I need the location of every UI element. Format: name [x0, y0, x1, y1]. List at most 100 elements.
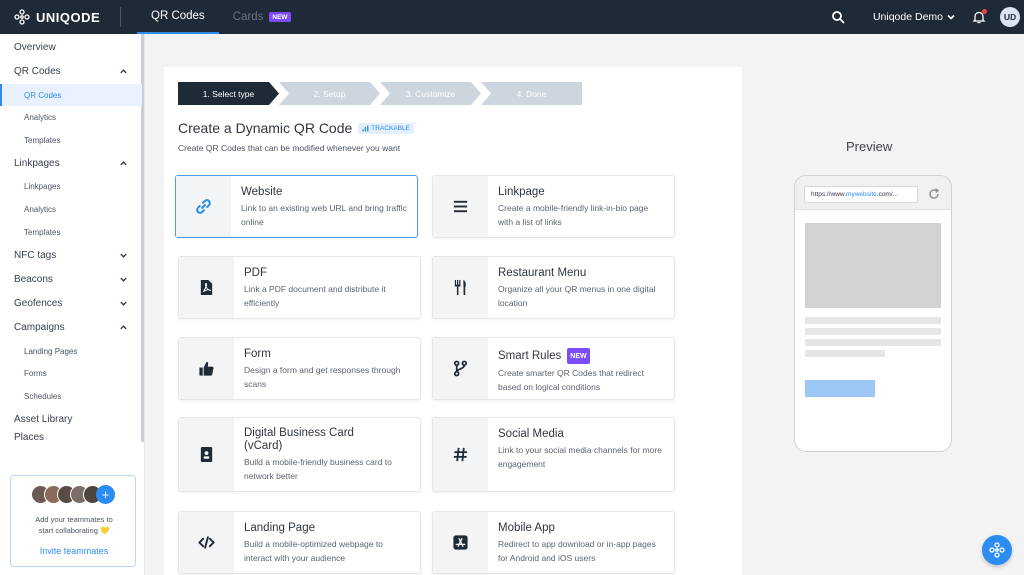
- trackable-badge: TRACKABLE: [358, 122, 414, 134]
- qr-type-desc: Create a mobile-friendly link-in-bio pag…: [498, 203, 649, 227]
- qr-type-vcard[interactable]: Digital Business Card (vCard) Build a mo…: [178, 417, 421, 492]
- sidebar-item-label: Asset Library: [14, 413, 73, 425]
- tab-cards[interactable]: Cards NEW: [219, 0, 305, 34]
- sidebar-subitem-qr-analytics[interactable]: Analytics: [0, 106, 142, 128]
- qr-type-smart-rules[interactable]: Smart Rules NEW Create smarter QR Codes …: [432, 337, 675, 400]
- uniqode-help-icon: [989, 542, 1005, 558]
- qr-type-desc: Organize all your QR menus in one digita…: [498, 284, 656, 308]
- qr-type-form[interactable]: Form Design a form and get responses thr…: [178, 337, 421, 400]
- wizard-step-customize[interactable]: 3. Customize: [380, 82, 481, 105]
- notifications-button[interactable]: [972, 9, 987, 24]
- qr-type-name: Social Media: [498, 428, 564, 440]
- invite-teammates-card: + Add your teammates to start collaborat…: [10, 475, 136, 567]
- link-icon: [196, 199, 211, 214]
- wizard-step-select-type[interactable]: 1. Select type: [178, 82, 279, 105]
- sidebar-item-linkpages[interactable]: Linkpages: [0, 152, 142, 174]
- sidebar-subitem-linkpages-analytics[interactable]: Analytics: [0, 198, 142, 220]
- qr-type-social-media[interactable]: Social Media Link to your social media c…: [432, 417, 675, 492]
- top-navigation-bar: UNIQODE QR Codes Cards NEW Uniqode Demo …: [0, 0, 1024, 34]
- qr-type-name: Website: [241, 186, 283, 198]
- app-store-icon: [453, 535, 468, 550]
- phone-browser-bar: https://www. mywebsite .com/...: [795, 176, 951, 210]
- step-label: 3. Customize: [405, 88, 456, 99]
- phone-preview: https://www. mywebsite .com/...: [794, 175, 952, 452]
- chevron-up-icon: [120, 160, 127, 165]
- chevron-down-icon: [947, 14, 955, 20]
- qr-type-website[interactable]: Website Link to an existing web URL and …: [175, 175, 418, 238]
- qr-type-linkpage[interactable]: Linkpage Create a mobile-friendly link-i…: [432, 175, 675, 238]
- sidebar-item-label: Geofences: [14, 297, 63, 309]
- qr-type-mobile-app[interactable]: Mobile App Redirect to app download or i…: [432, 511, 675, 574]
- sidebar-item-label: Landing Pages: [24, 346, 78, 356]
- chevron-up-icon: [120, 68, 127, 73]
- qr-type-desc: Link to an existing web URL and bring tr…: [241, 203, 407, 227]
- step-label: 4. Done: [516, 88, 547, 99]
- invite-text: Add your teammates to start collaboratin…: [35, 515, 113, 535]
- bar-chart-icon: [362, 125, 369, 131]
- new-badge: NEW: [567, 348, 590, 364]
- search-icon[interactable]: [831, 10, 845, 24]
- add-teammate-icon[interactable]: +: [96, 485, 115, 504]
- wizard-steps: 1. Select type 2. Setup 3. Customize 4. …: [178, 82, 582, 105]
- sidebar-item-nfc-tags[interactable]: NFC tags: [0, 244, 142, 266]
- qr-type-name: Landing Page: [244, 522, 315, 534]
- reload-icon: [929, 188, 940, 199]
- sidebar-item-label: NFC tags: [14, 249, 57, 261]
- branch-icon: [453, 360, 468, 377]
- sidebar-subitem-qr-codes[interactable]: QR Codes: [0, 84, 142, 106]
- help-chat-button[interactable]: [982, 535, 1012, 565]
- chevron-down-icon: [120, 253, 127, 258]
- preview-url-bar: https://www. mywebsite .com/...: [804, 186, 918, 203]
- sidebar-item-geofences[interactable]: Geofences: [0, 292, 142, 314]
- qr-type-pdf[interactable]: PDF Link a PDF document and distribute i…: [178, 256, 421, 319]
- sidebar-subitem-linkpages-templates[interactable]: Templates: [0, 221, 142, 243]
- qr-type-name: Smart Rules NEW: [498, 348, 664, 364]
- sidebar-subitem-qr-templates[interactable]: Templates: [0, 129, 142, 151]
- qr-type-name-text: Smart Rules: [498, 349, 562, 362]
- user-avatar[interactable]: UD: [1000, 7, 1020, 27]
- preview-text-placeholder: [805, 328, 941, 335]
- step-label: 1. Select type: [202, 88, 255, 99]
- qr-type-desc: Design a form and get responses through …: [244, 365, 401, 389]
- qr-type-desc: Redirect to app download or in-app pages…: [498, 539, 656, 563]
- qr-type-restaurant-menu[interactable]: Restaurant Menu Organize all your QR men…: [432, 256, 675, 319]
- sidebar-item-overview[interactable]: Overview: [0, 36, 142, 58]
- step-label: 2. Setup: [313, 88, 346, 99]
- sidebar-item-places[interactable]: Places: [0, 432, 142, 442]
- sidebar-item-campaigns[interactable]: Campaigns: [0, 316, 142, 338]
- chevron-down-icon: [120, 277, 127, 282]
- sidebar-subitem-forms[interactable]: Forms: [0, 362, 142, 384]
- sidebar-subitem-schedules[interactable]: Schedules: [0, 385, 142, 407]
- qr-type-desc: Link to your social media channels for m…: [498, 445, 662, 469]
- tab-qr-codes[interactable]: QR Codes: [137, 0, 219, 34]
- qr-type-name: Form: [244, 348, 271, 360]
- invite-teammates-link[interactable]: Invite teammates: [11, 546, 137, 556]
- wizard-step-done[interactable]: 4. Done: [481, 82, 582, 105]
- sidebar-item-label: Analytics: [24, 204, 57, 214]
- preview-image-placeholder: [805, 223, 941, 308]
- url-suffix: .com/...: [876, 191, 899, 198]
- url-highlight: mywebsite: [846, 191, 877, 198]
- account-menu[interactable]: Uniqode Demo: [873, 11, 956, 23]
- page-title: Create a Dynamic QR Code: [178, 120, 353, 136]
- preview-button-placeholder: [805, 380, 875, 397]
- sidebar-subitem-landing-pages[interactable]: Landing Pages: [0, 340, 142, 362]
- wizard-step-setup[interactable]: 2. Setup: [279, 82, 380, 105]
- trackable-label: TRACKABLE: [371, 124, 410, 132]
- preview-text-placeholder: [805, 350, 885, 357]
- sidebar-item-label: Analytics: [24, 112, 57, 122]
- sidebar-item-beacons[interactable]: Beacons: [0, 268, 142, 290]
- sidebar-item-qr-codes[interactable]: QR Codes: [0, 60, 142, 82]
- sidebar-item-asset-library[interactable]: Asset Library: [0, 408, 142, 430]
- tab-qr-codes-label: QR Codes: [151, 10, 205, 22]
- preview-title: Preview: [846, 139, 893, 154]
- sidebar-subitem-linkpages[interactable]: Linkpages: [0, 175, 142, 197]
- sidebar-item-label: Templates: [24, 135, 61, 145]
- chevron-down-icon: [120, 301, 127, 306]
- brand-logo[interactable]: UNIQODE: [14, 9, 110, 25]
- qr-type-landing-page[interactable]: Landing Page Build a mobile-optimized we…: [178, 511, 421, 574]
- qr-type-desc: Build a mobile-friendly business card to…: [244, 457, 392, 481]
- sidebar-item-label: QR Codes: [14, 65, 61, 77]
- qr-type-name: Mobile App: [498, 522, 555, 534]
- sidebar-item-label: Places: [14, 432, 45, 442]
